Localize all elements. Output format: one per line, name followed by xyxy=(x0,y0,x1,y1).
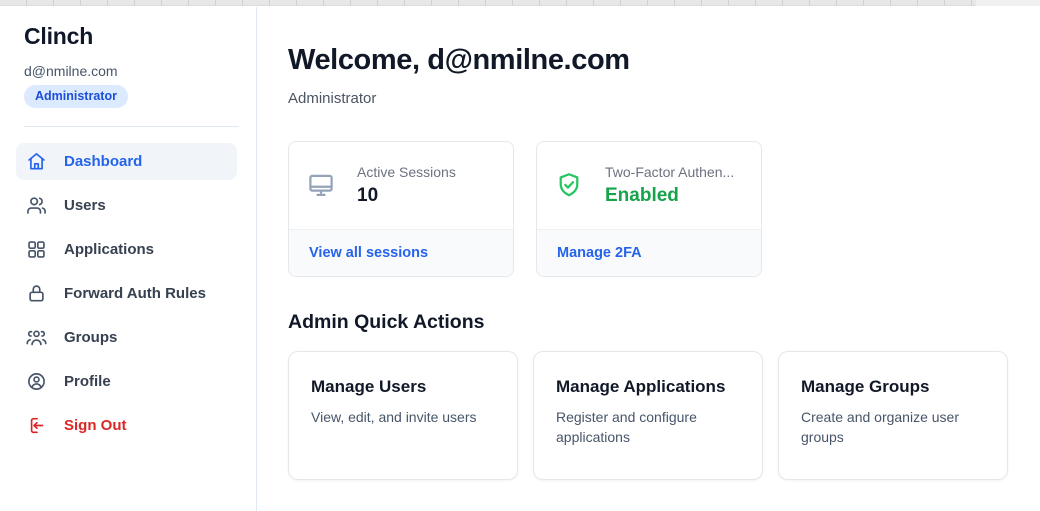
stat-text: Two-Factor Authen... Enabled xyxy=(605,164,734,207)
app-window: Clinch d@nmilne.com Administrator Dashbo… xyxy=(0,0,1040,511)
sidebar-divider xyxy=(24,126,239,127)
manage-2fa-link[interactable]: Manage 2FA xyxy=(557,245,642,261)
page-subtitle: Administrator xyxy=(288,90,1040,107)
user-email: d@nmilne.com xyxy=(24,63,256,79)
stat-card-footer: View all sessions xyxy=(289,229,513,276)
card-description: Create and organize user groups xyxy=(801,408,985,448)
sidebar-item-users[interactable]: Users xyxy=(16,187,237,224)
grid-icon xyxy=(26,239,47,260)
stat-value: 10 xyxy=(357,185,456,207)
home-icon xyxy=(26,151,47,172)
quick-actions-heading: Admin Quick Actions xyxy=(288,311,1040,334)
sidebar-item-label: Applications xyxy=(64,241,154,258)
sidebar-item-forward-auth-rules[interactable]: Forward Auth Rules xyxy=(16,275,237,312)
main-content: Welcome, d@nmilne.com Administrator Acti… xyxy=(257,7,1040,511)
role-badge: Administrator xyxy=(24,85,128,108)
card-title: Manage Applications xyxy=(556,377,740,397)
monitor-icon xyxy=(307,171,335,199)
sidebar-item-label: Profile xyxy=(64,373,111,390)
manage-users-card[interactable]: Manage Users View, edit, and invite user… xyxy=(288,351,518,480)
users-icon xyxy=(26,195,47,216)
shield-check-icon xyxy=(555,171,583,199)
lock-icon xyxy=(26,283,47,304)
sidebar-item-label: Users xyxy=(64,197,106,214)
quick-actions-row: Manage Users View, edit, and invite user… xyxy=(288,351,1040,480)
sidebar-item-label: Sign Out xyxy=(64,417,127,434)
page-title: Welcome, d@nmilne.com xyxy=(288,45,1040,77)
stat-label: Active Sessions xyxy=(357,164,456,180)
manage-applications-card[interactable]: Manage Applications Register and configu… xyxy=(533,351,763,480)
stat-card-body: Two-Factor Authen... Enabled xyxy=(537,142,761,229)
sidebar-item-groups[interactable]: Groups xyxy=(16,319,237,356)
sidebar-item-sign-out[interactable]: Sign Out xyxy=(16,407,237,444)
card-description: View, edit, and invite users xyxy=(311,408,495,428)
profile-icon xyxy=(26,371,47,392)
group-icon xyxy=(26,327,47,348)
stat-card-body: Active Sessions 10 xyxy=(289,142,513,229)
active-sessions-card: Active Sessions 10 View all sessions xyxy=(288,141,514,277)
stat-label: Two-Factor Authen... xyxy=(605,164,734,180)
stat-value: Enabled xyxy=(605,185,734,207)
view-all-sessions-link[interactable]: View all sessions xyxy=(309,245,428,261)
two-factor-card: Two-Factor Authen... Enabled Manage 2FA xyxy=(536,141,762,277)
stat-card-footer: Manage 2FA xyxy=(537,229,761,276)
sign-out-icon xyxy=(26,415,47,436)
sidebar-item-label: Dashboard xyxy=(64,153,142,170)
sidebar-nav: Dashboard Users Applications Forward Aut… xyxy=(0,143,256,444)
card-title: Manage Groups xyxy=(801,377,985,397)
sidebar-item-label: Forward Auth Rules xyxy=(64,285,206,302)
stat-cards-row: Active Sessions 10 View all sessions Two… xyxy=(288,141,1040,277)
card-description: Register and configure applications xyxy=(556,408,740,448)
card-title: Manage Users xyxy=(311,377,495,397)
stat-text: Active Sessions 10 xyxy=(357,164,456,207)
sidebar-item-applications[interactable]: Applications xyxy=(16,231,237,268)
manage-groups-card[interactable]: Manage Groups Create and organize user g… xyxy=(778,351,1008,480)
top-edge-strip xyxy=(0,0,1040,6)
sidebar-item-label: Groups xyxy=(64,329,117,346)
sidebar-item-dashboard[interactable]: Dashboard xyxy=(16,143,237,180)
sidebar-item-profile[interactable]: Profile xyxy=(16,363,237,400)
brand-logo: Clinch xyxy=(24,23,256,50)
sidebar: Clinch d@nmilne.com Administrator Dashbo… xyxy=(0,7,257,511)
